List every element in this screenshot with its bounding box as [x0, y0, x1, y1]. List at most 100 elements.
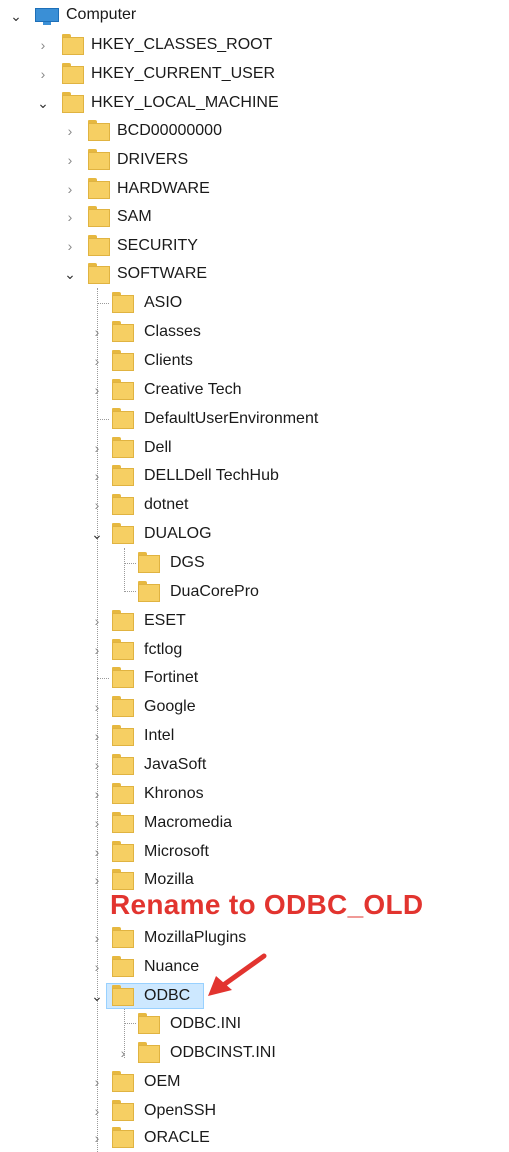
chevron-right-icon[interactable]: › — [89, 322, 105, 342]
chevron-right-icon[interactable]: › — [89, 813, 105, 833]
chevron-right-icon[interactable]: › — [62, 236, 78, 256]
folder-icon — [112, 465, 134, 487]
tree-node[interactable]: › Classes — [0, 318, 509, 346]
folder-icon — [112, 292, 134, 314]
tree-node[interactable]: › MozillaPlugins — [0, 924, 509, 952]
tree-node[interactable]: › fctlog — [0, 636, 509, 664]
folder-icon — [112, 379, 134, 401]
chevron-right-icon[interactable]: › — [89, 842, 105, 862]
folder-icon — [62, 92, 84, 114]
chevron-right-icon[interactable]: › — [115, 1043, 131, 1063]
folder-icon — [112, 927, 134, 949]
tree-node[interactable]: › Intel — [0, 722, 509, 750]
chevron-right-icon[interactable]: › — [35, 64, 51, 84]
chevron-right-icon[interactable]: › — [62, 179, 78, 199]
tree-node[interactable]: › BCD00000000 — [0, 117, 509, 145]
chevron-right-icon[interactable]: › — [89, 870, 105, 890]
chevron-right-icon[interactable]: › — [89, 466, 105, 486]
tree-node[interactable]: › DELLDell TechHub — [0, 462, 509, 490]
chevron-right-icon[interactable]: › — [89, 1072, 105, 1092]
tree-node[interactable]: › dotnet — [0, 491, 509, 519]
folder-icon — [112, 956, 134, 978]
tree-node[interactable]: › Clients — [0, 347, 509, 375]
tree-node[interactable]: Fortinet — [0, 664, 509, 692]
chevron-right-icon[interactable]: › — [89, 784, 105, 804]
tree-node[interactable]: › OEM — [0, 1068, 509, 1096]
chevron-right-icon[interactable]: › — [89, 380, 105, 400]
chevron-right-icon[interactable]: › — [89, 438, 105, 458]
tree-node-hkey-classes-root[interactable]: › HKEY_CLASSES_ROOT — [0, 31, 509, 59]
tree-node[interactable]: › DRIVERS — [0, 146, 509, 174]
node-label: DefaultUserEnvironment — [144, 410, 319, 427]
node-label: DELLDell TechHub — [144, 467, 279, 484]
tree-node[interactable]: › SECURITY — [0, 232, 509, 260]
monitor-icon — [35, 8, 59, 25]
folder-icon — [112, 1127, 134, 1149]
chevron-down-icon[interactable]: ⌄ — [89, 524, 105, 544]
node-label: dotnet — [144, 496, 189, 513]
chevron-right-icon[interactable]: › — [89, 957, 105, 977]
tree-node[interactable]: › Google — [0, 693, 509, 721]
tree-node-dualog[interactable]: ⌄ DUALOG — [0, 520, 509, 548]
tree-node[interactable]: ASIO — [0, 289, 509, 317]
folder-icon — [88, 206, 110, 228]
tree-node[interactable]: DuaCorePro — [0, 578, 509, 606]
chevron-right-icon[interactable]: › — [89, 611, 105, 631]
node-label: Microsoft — [144, 843, 209, 860]
chevron-right-icon[interactable]: › — [89, 928, 105, 948]
annotation-callout: Rename to ODBC_OLD — [110, 889, 424, 920]
tree-node-computer[interactable]: ⌄ Computer — [0, 2, 509, 30]
tree-node[interactable]: › Macromedia — [0, 809, 509, 837]
tree-node[interactable]: › JavaSoft — [0, 751, 509, 779]
chevron-right-icon[interactable]: › — [89, 755, 105, 775]
chevron-right-icon[interactable]: › — [62, 207, 78, 227]
tree-node[interactable]: › SAM — [0, 203, 509, 231]
chevron-right-icon[interactable]: › — [89, 1101, 105, 1121]
tree-node[interactable]: › Creative Tech — [0, 376, 509, 404]
folder-icon — [112, 696, 134, 718]
chevron-right-icon[interactable]: › — [89, 697, 105, 717]
tree-node[interactable]: DefaultUserEnvironment — [0, 405, 509, 433]
chevron-right-icon[interactable]: › — [89, 640, 105, 660]
chevron-right-icon[interactable]: › — [89, 726, 105, 746]
chevron-down-icon[interactable]: ⌄ — [35, 93, 51, 113]
tree-node[interactable]: › ORACLE — [0, 1124, 509, 1152]
folder-icon — [112, 610, 134, 632]
node-label: OEM — [144, 1073, 181, 1090]
tree-node[interactable]: › Dell — [0, 434, 509, 462]
node-label: Macromedia — [144, 814, 233, 831]
chevron-right-icon[interactable]: › — [62, 121, 78, 141]
tree-node[interactable]: › HARDWARE — [0, 175, 509, 203]
node-label: DuaCorePro — [170, 583, 259, 600]
chevron-right-icon[interactable]: › — [89, 495, 105, 515]
folder-icon — [112, 523, 134, 545]
tree-node[interactable]: › OpenSSH — [0, 1097, 509, 1125]
tree-node-software[interactable]: ⌄ SOFTWARE — [0, 260, 509, 288]
tree-node[interactable]: › Khronos — [0, 780, 509, 808]
tree-node[interactable]: › ODBCINST.INI — [0, 1039, 509, 1067]
chevron-down-icon[interactable]: ⌄ — [89, 986, 105, 1006]
node-label: HKEY_CURRENT_USER — [91, 65, 276, 82]
tree-node-hkey-local-machine[interactable]: ⌄ HKEY_LOCAL_MACHINE — [0, 89, 509, 117]
folder-icon — [112, 841, 134, 863]
tree-node[interactable]: › ESET — [0, 607, 509, 635]
folder-icon — [138, 1013, 160, 1035]
folder-icon — [112, 639, 134, 661]
node-label: HKEY_LOCAL_MACHINE — [91, 94, 279, 111]
chevron-right-icon[interactable]: › — [89, 1128, 105, 1148]
chevron-down-icon[interactable]: ⌄ — [8, 6, 24, 26]
folder-icon — [88, 120, 110, 142]
folder-icon — [88, 178, 110, 200]
chevron-right-icon[interactable]: › — [89, 351, 105, 371]
node-label: Google — [144, 698, 196, 715]
chevron-right-icon[interactable]: › — [35, 35, 51, 55]
tree-node[interactable]: › Microsoft — [0, 838, 509, 866]
chevron-right-icon[interactable]: › — [62, 150, 78, 170]
tree-node-hkey-current-user[interactable]: › HKEY_CURRENT_USER — [0, 60, 509, 88]
tree-node[interactable]: ODBC.INI — [0, 1010, 509, 1038]
chevron-down-icon[interactable]: ⌄ — [62, 264, 78, 284]
node-label: BCD00000000 — [117, 122, 222, 139]
tree-node[interactable]: DGS — [0, 549, 509, 577]
node-label: DRIVERS — [117, 151, 189, 168]
folder-icon — [112, 437, 134, 459]
